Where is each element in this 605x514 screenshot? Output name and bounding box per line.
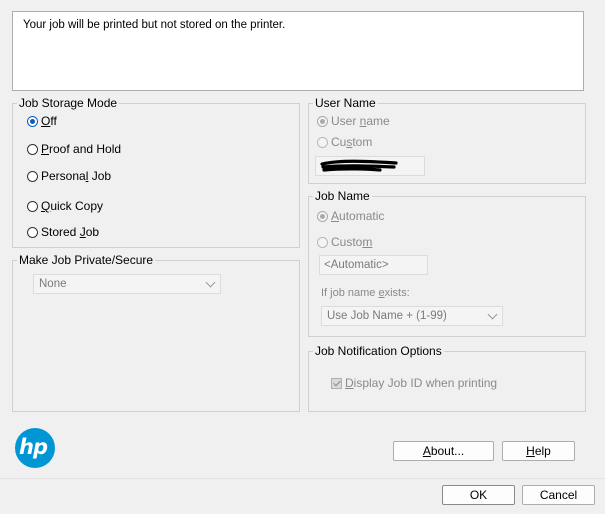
radio-job-custom-indicator[interactable] (317, 236, 328, 248)
description-box: Your job will be printed but not stored … (12, 11, 584, 91)
scrollbar-track[interactable] (599, 0, 605, 470)
private-secure-select[interactable]: None (33, 274, 221, 294)
display-job-id-label: Display Job ID when printing (345, 376, 498, 390)
hp-logo-text: hp (19, 435, 48, 459)
job-storage-mode-legend: Job Storage Mode (19, 96, 118, 110)
private-secure-value: None (39, 278, 67, 290)
radio-proof-and-hold[interactable]: Proof and Hold (27, 142, 121, 156)
radio-stored-job[interactable]: Stored Job (27, 225, 99, 239)
cancel-button[interactable]: Cancel (522, 485, 595, 505)
job-name-exists-value: Use Job Name + (1-99) (327, 310, 447, 322)
radio-quick-copy-indicator[interactable] (27, 200, 38, 212)
radio-personal-job-label: Personal Job (41, 169, 112, 183)
ok-button[interactable]: OK (442, 485, 515, 505)
radio-user-custom[interactable]: Custom (317, 135, 372, 149)
radio-off[interactable]: Off (27, 114, 57, 128)
radio-personal-job-indicator[interactable] (27, 170, 38, 182)
help-button[interactable]: Help (502, 441, 575, 461)
chevron-down-icon (205, 277, 216, 288)
hp-logo: hp (14, 427, 56, 469)
radio-proof-and-hold-label: Proof and Hold (41, 142, 122, 156)
radio-stored-job-indicator[interactable] (27, 226, 38, 238)
radio-user-name-label: User name (331, 114, 390, 128)
radio-job-automatic-label: Automatic (331, 209, 385, 223)
radio-user-name-indicator[interactable] (317, 115, 328, 127)
radio-job-custom-label: Custom (331, 235, 373, 249)
radio-job-automatic[interactable]: Automatic (317, 209, 384, 223)
description-text: Your job will be printed but not stored … (23, 19, 286, 31)
radio-user-custom-indicator[interactable] (317, 136, 328, 148)
redaction-scribble (320, 159, 398, 172)
job-name-legend: Job Name (315, 189, 370, 203)
job-name-input[interactable]: <Automatic> (319, 255, 428, 275)
private-secure-legend: Make Job Private/Secure (19, 253, 154, 267)
radio-user-name[interactable]: User name (317, 114, 390, 128)
user-name-legend: User Name (315, 96, 376, 110)
job-name-value: <Automatic> (324, 259, 389, 271)
radio-off-label: Off (41, 114, 57, 128)
job-name-exists-label: If job name exists: (321, 287, 410, 299)
radio-user-custom-label: Custom (331, 135, 373, 149)
radio-quick-copy-label: Quick Copy (41, 199, 104, 213)
user-name-input[interactable] (315, 156, 425, 176)
display-job-id-check-indicator[interactable] (331, 377, 342, 389)
about-button[interactable]: About... (393, 441, 494, 461)
notification-legend: Job Notification Options (315, 344, 442, 358)
radio-job-automatic-indicator[interactable] (317, 210, 328, 222)
radio-proof-and-hold-indicator[interactable] (27, 143, 38, 155)
radio-stored-job-label: Stored Job (41, 225, 100, 239)
radio-job-custom[interactable]: Custom (317, 235, 372, 249)
job-name-exists-select[interactable]: Use Job Name + (1-99) (321, 306, 503, 326)
chevron-down-icon (487, 309, 498, 320)
radio-personal-job[interactable]: Personal Job (27, 169, 111, 183)
display-job-id-checkbox[interactable]: Display Job ID when printing (331, 376, 497, 390)
radio-off-indicator[interactable] (27, 115, 38, 127)
radio-quick-copy[interactable]: Quick Copy (27, 199, 103, 213)
